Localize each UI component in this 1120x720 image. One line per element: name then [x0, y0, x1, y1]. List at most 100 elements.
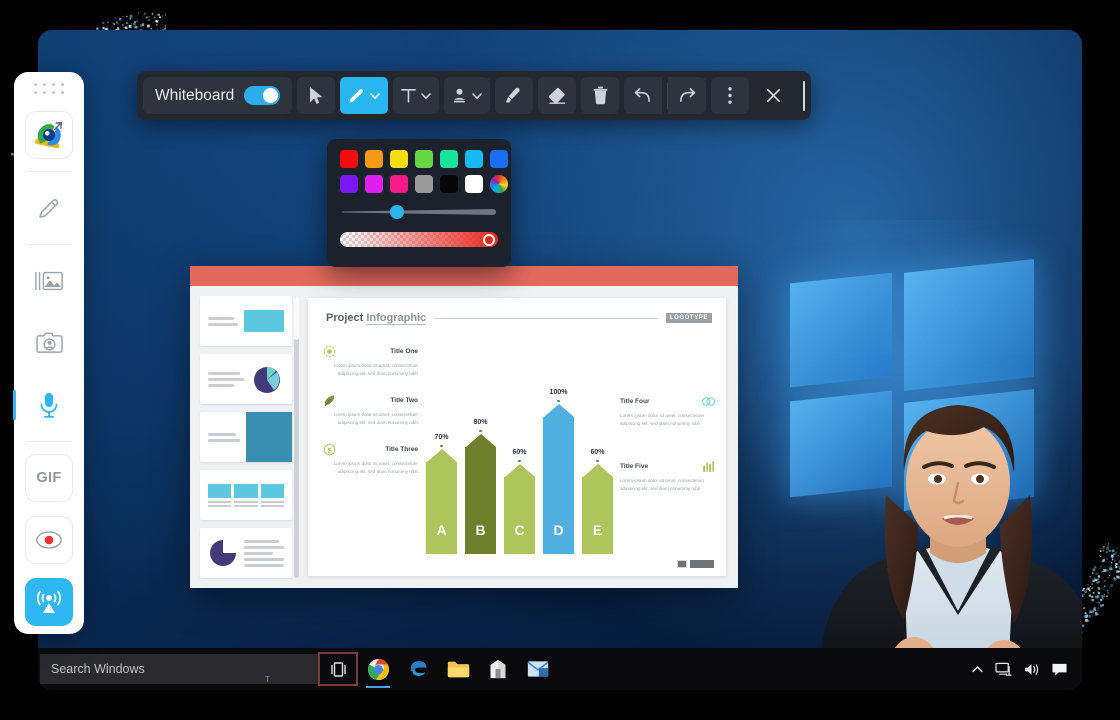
- chart-bar: 60% E: [582, 449, 613, 555]
- undo-button[interactable]: [624, 77, 662, 114]
- chevron-down-icon[interactable]: [471, 90, 483, 102]
- pie-chart-icon: [208, 538, 238, 568]
- delete-tool[interactable]: [581, 77, 619, 114]
- windows-logo-pane: [790, 273, 892, 388]
- show-hidden-icons[interactable]: [971, 663, 984, 676]
- opacity-slider[interactable]: [340, 232, 498, 247]
- bar-tip: [544, 404, 574, 417]
- whiteboard-toolbar: Whiteboard: [137, 71, 811, 120]
- color-swatch[interactable]: [365, 175, 383, 193]
- whiteboard-toggle-chip[interactable]: Whiteboard: [143, 77, 292, 114]
- color-swatch[interactable]: [390, 175, 408, 193]
- desktop-window: Activate Windows: [38, 30, 1082, 690]
- slide-thumb-3[interactable]: [200, 412, 292, 462]
- opacity-knob[interactable]: [483, 234, 495, 246]
- bar-category-label: B: [465, 522, 496, 538]
- slide-footer: [677, 560, 714, 568]
- color-swatch[interactable]: [365, 150, 383, 168]
- search-input[interactable]: Search Windows T: [40, 654, 318, 684]
- bar-rect: [504, 477, 535, 554]
- task-view-icon[interactable]: [318, 652, 358, 686]
- left-blurb-column: Title One Lorem ipsum dolor sit amet, co…: [322, 344, 418, 491]
- eraser-tool[interactable]: [538, 77, 576, 114]
- slide-title-bold: Project: [326, 312, 363, 324]
- record-tool[interactable]: [25, 516, 73, 564]
- slide-thumb-2[interactable]: [200, 354, 292, 404]
- select-tool[interactable]: [297, 77, 335, 114]
- bar-value-label: 60%: [590, 449, 604, 456]
- presentation-window: Project Infographic LOGOTYPE: [190, 266, 738, 588]
- redo-button[interactable]: [668, 77, 706, 114]
- slide-thumb-4[interactable]: [200, 470, 292, 520]
- notifications-icon[interactable]: [1051, 662, 1068, 677]
- bar-body: A: [426, 449, 457, 554]
- slides-tool[interactable]: [25, 257, 73, 305]
- bar-dot: [518, 460, 521, 463]
- whiteboard-toggle-switch[interactable]: [244, 86, 280, 105]
- color-swatch[interactable]: [340, 150, 358, 168]
- bars-icon: [701, 459, 716, 474]
- chart-bar: 60%C: [504, 449, 535, 555]
- pen-tool[interactable]: [340, 77, 388, 114]
- color-swatch[interactable]: [415, 175, 433, 193]
- sidebar-divider: [26, 441, 72, 442]
- text-tool[interactable]: [393, 77, 439, 114]
- active-indicator: [13, 390, 16, 420]
- logotype-badge: LOGOTYPE: [666, 313, 712, 323]
- chrome-icon[interactable]: [358, 648, 398, 690]
- pen-tool[interactable]: [25, 184, 73, 232]
- microphone-tool[interactable]: [25, 381, 73, 429]
- bar-body: C: [504, 464, 535, 554]
- slider-knob[interactable]: [390, 205, 404, 219]
- blurb-title: Title Four: [620, 398, 696, 405]
- slide-thumb-1[interactable]: [200, 296, 292, 346]
- chevron-down-icon[interactable]: [369, 90, 381, 102]
- stamp-tool[interactable]: [444, 77, 490, 114]
- color-wheel-swatch[interactable]: [490, 175, 508, 193]
- close-button[interactable]: [754, 77, 792, 114]
- edge-icon[interactable]: [398, 648, 438, 690]
- chevron-down-icon[interactable]: [420, 90, 432, 102]
- color-swatch[interactable]: [440, 150, 458, 168]
- color-swatch[interactable]: [465, 150, 483, 168]
- sidebar-divider: [26, 171, 72, 172]
- blurb-text: Lorem ipsum dolor sit amet, consectetuer…: [322, 411, 418, 428]
- file-explorer-icon[interactable]: [438, 648, 478, 690]
- color-swatch[interactable]: [340, 175, 358, 193]
- broadcast-tool[interactable]: [25, 578, 73, 626]
- color-swatch[interactable]: [415, 150, 433, 168]
- microsoft-store-icon[interactable]: [478, 648, 518, 690]
- gif-tool[interactable]: GIF: [25, 454, 73, 502]
- app-sidebar: GIF: [14, 72, 84, 634]
- network-icon[interactable]: [995, 662, 1012, 677]
- blurb-item: Title Five Lorem ipsum dolor sit amet, c…: [620, 459, 716, 494]
- slide-header: Project Infographic LOGOTYPE: [326, 312, 712, 324]
- thumbnail-scrollbar[interactable]: [294, 296, 299, 578]
- screenshot-tool[interactable]: [25, 319, 73, 367]
- bar-category-label: E: [582, 522, 613, 538]
- blurb-text: Lorem ipsum dolor sit amet, consectetuer…: [620, 477, 716, 494]
- stroke-width-slider[interactable]: [342, 204, 496, 220]
- volume-icon[interactable]: [1023, 662, 1040, 677]
- slide-thumbnail-rail[interactable]: [190, 286, 298, 588]
- right-blurb-column: Title Four Lorem ipsum dolor sit amet, c…: [620, 394, 716, 508]
- drag-handle[interactable]: [34, 83, 65, 94]
- blurb-item: $ Title Three Lorem ipsum dolor sit amet…: [322, 442, 418, 477]
- color-swatch[interactable]: [490, 150, 508, 168]
- bar-tip: [505, 464, 535, 477]
- slide-thumb-5[interactable]: [200, 528, 292, 578]
- cloud-icon: [701, 394, 716, 409]
- scrollbar-knob[interactable]: [294, 296, 299, 340]
- footer-bar: [690, 560, 714, 568]
- chart-bar: 70%A: [426, 434, 457, 555]
- color-swatch[interactable]: [440, 175, 458, 193]
- color-swatch[interactable]: [465, 175, 483, 193]
- blurb-title: Title Five: [620, 463, 696, 470]
- bar-dot: [596, 460, 599, 463]
- mail-icon[interactable]: [518, 648, 558, 690]
- color-swatch[interactable]: [390, 150, 408, 168]
- app-logo[interactable]: [25, 111, 73, 159]
- whiteboard-label: Whiteboard: [155, 87, 234, 105]
- highlighter-tool[interactable]: [495, 77, 533, 114]
- more-options[interactable]: [711, 77, 749, 114]
